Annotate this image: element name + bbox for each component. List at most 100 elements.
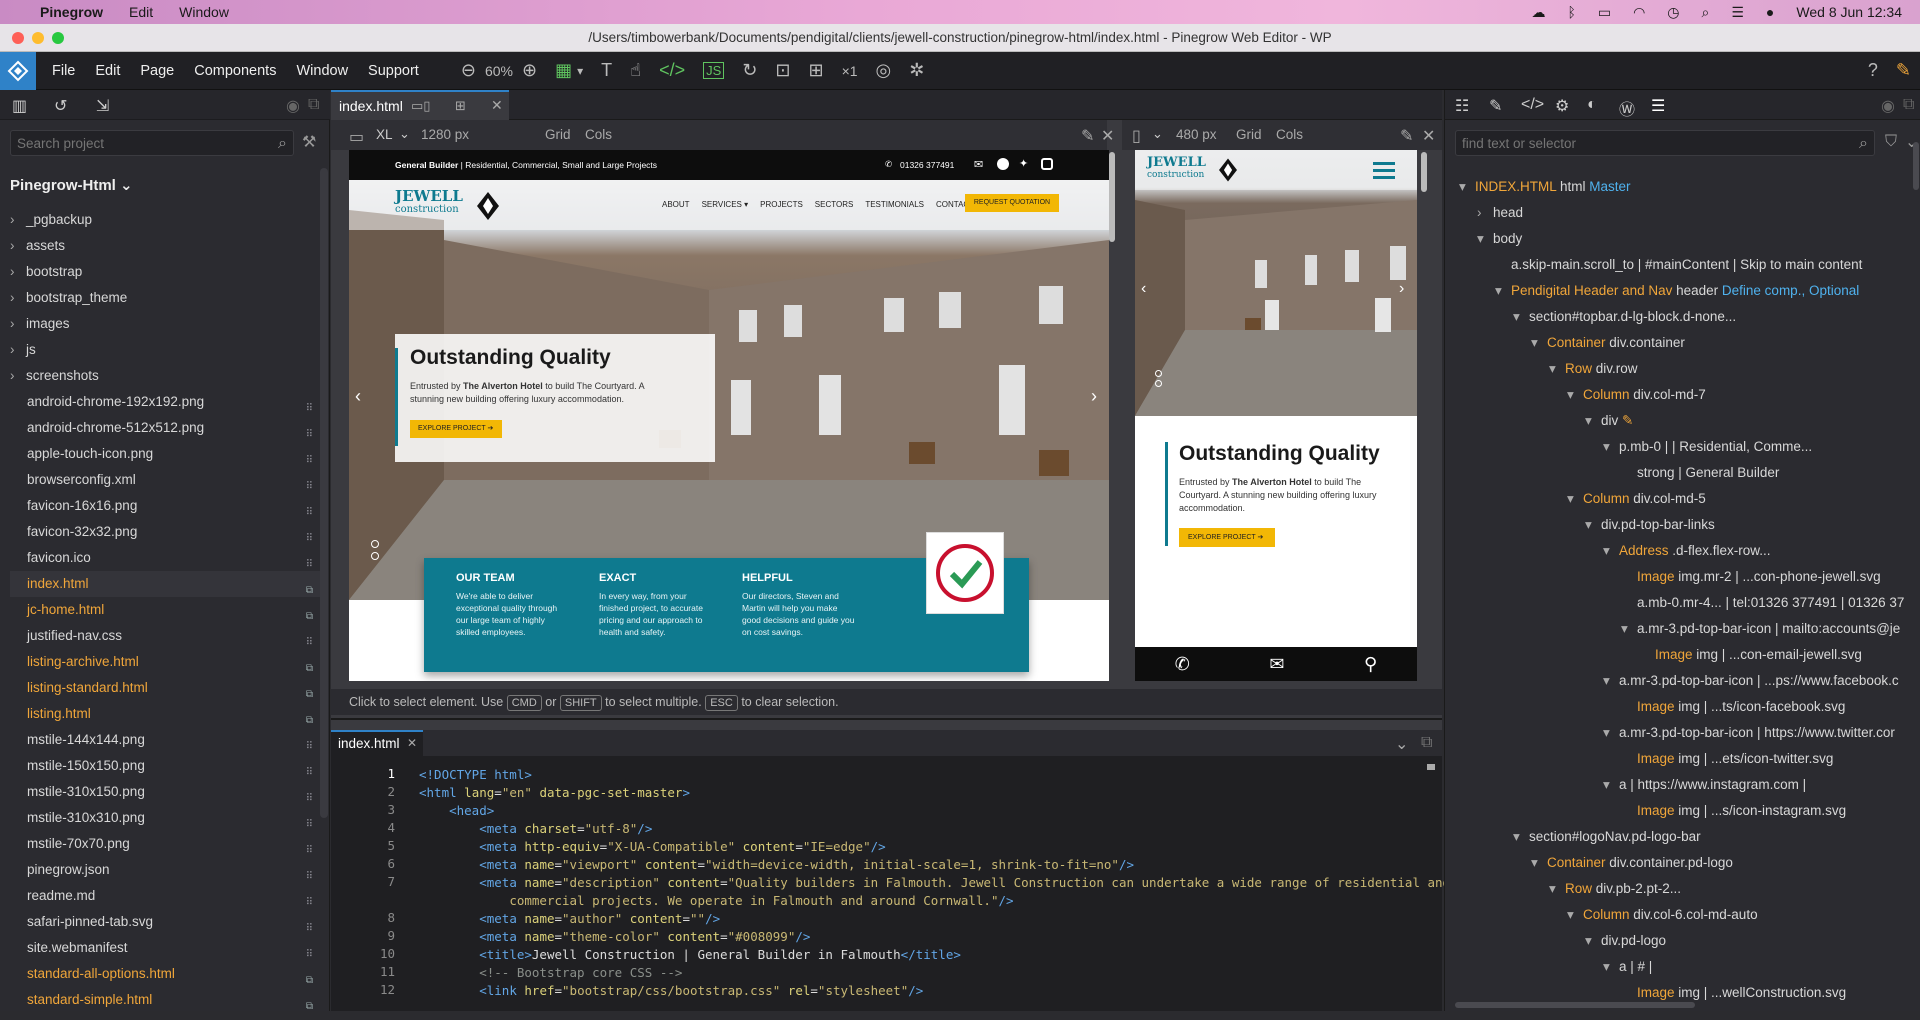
tree-icon[interactable]: ☰ [1651, 96, 1665, 116]
settings-wheel-icon[interactable]: ✲ [909, 60, 924, 81]
text-tool-icon[interactable]: T [601, 60, 612, 81]
spotlight-icon[interactable]: ⌕ [1702, 4, 1710, 21]
project-settings-icon[interactable]: ⚒ [302, 132, 316, 152]
tree-node[interactable]: Image img | ...s/icon-instagram.svg [1621, 798, 1846, 824]
nav-testimonials[interactable]: TESTIMONIALS [865, 200, 924, 209]
menu-window[interactable]: Window [179, 4, 229, 20]
file-item[interactable]: jc-home.html ⧉ [10, 597, 320, 623]
grid-toggle[interactable]: Grid [545, 127, 571, 142]
menu-support[interactable]: Support [368, 63, 419, 79]
detach-panel-icon[interactable]: ⧉ [308, 96, 319, 114]
code-view-icon[interactable]: </> [659, 60, 685, 81]
twitter-icon[interactable]: ✦ [1019, 157, 1028, 170]
code-line[interactable]: <meta name="viewport" content="width=dev… [419, 856, 1134, 874]
interact-hand-icon[interactable]: ☝ [630, 60, 641, 81]
visibility-icon[interactable]: ◉ [1881, 96, 1895, 116]
minimize-window-button[interactable] [32, 32, 44, 44]
export-icon[interactable]: ⇲ [96, 96, 109, 116]
tree-node[interactable]: ▾ Pendigital Header and Nav header Define… [1495, 278, 1859, 304]
xl-preview-scrollbar[interactable] [1109, 152, 1115, 242]
history-icon[interactable]: ↺ [54, 96, 67, 116]
folder-item[interactable]: › _pgbackup [10, 207, 320, 233]
email-icon[interactable]: ✉ [1269, 654, 1284, 675]
sm-next-icon[interactable]: › [1399, 280, 1404, 298]
file-item[interactable]: apple-touch-icon.png ⠿ [10, 441, 320, 467]
close-preview-icon[interactable]: ✕ [1422, 126, 1435, 146]
menu-edit-app[interactable]: Edit [95, 63, 120, 79]
grid-toggle[interactable]: Grid [1236, 127, 1262, 142]
tree-node[interactable]: Image img.mr-2 | ...con-phone-jewell.svg [1621, 564, 1881, 590]
email-icon[interactable]: ✉ [974, 158, 983, 171]
chevron-down-icon[interactable]: ⌄ [1152, 126, 1163, 142]
facebook-icon[interactable] [997, 158, 1009, 170]
tree-node[interactable]: ▾ Row div.pb-2.pt-2... [1549, 876, 1681, 902]
code-line[interactable]: commercial projects. We operate in Falmo… [419, 892, 1013, 910]
detach-panel-icon[interactable]: ⧉ [1903, 96, 1914, 114]
carousel-dot[interactable] [371, 552, 379, 560]
control-center-icon[interactable]: ☰ [1731, 4, 1744, 21]
tree-node[interactable]: Image img | ...ets/icon-twitter.svg [1621, 746, 1833, 772]
breakpoint-label[interactable]: XL [376, 127, 393, 142]
tree-node[interactable]: ▾ Column div.col-md-7 [1567, 382, 1706, 408]
siri-icon[interactable]: ● [1766, 4, 1774, 20]
folder-item[interactable]: › bootstrap_theme [10, 285, 320, 311]
tree-node[interactable]: ▾ body [1477, 226, 1522, 252]
file-item[interactable]: mstile-310x310.png ⠿ [10, 805, 320, 831]
chevron-down-icon[interactable]: ⌄ [399, 126, 410, 142]
map-pin-icon[interactable]: ⚲ [1364, 654, 1377, 675]
zoom-out-icon[interactable]: ⊖ [461, 60, 476, 81]
help-icon[interactable]: ? [1868, 60, 1878, 81]
site-logo[interactable]: JEWELL construction [395, 189, 463, 216]
menu-file[interactable]: File [52, 63, 75, 79]
tree-node[interactable]: a.skip-main.scroll_to | #mainContent | S… [1495, 252, 1862, 278]
refresh-icon[interactable]: ↻ [742, 60, 757, 81]
menu-edit[interactable]: Edit [129, 4, 153, 20]
style-brush-icon[interactable]: ✎ [1489, 96, 1502, 116]
zoom-in-icon[interactable]: ⊕ [522, 60, 537, 81]
duplicate-view-icon[interactable]: ⊞ [455, 98, 466, 114]
close-window-button[interactable] [12, 32, 24, 44]
nav-services[interactable]: SERVICES ▾ [702, 200, 749, 209]
tab-index-html[interactable]: index.html ▭▯ ⊞ ✕ [331, 90, 509, 120]
code-line[interactable]: <meta http-equiv="X-UA-Compatible" conte… [419, 838, 885, 856]
file-item[interactable]: android-chrome-192x192.png ⠿ [10, 389, 320, 415]
code-line[interactable]: <html lang="en" data-pgc-set-master> [419, 784, 690, 802]
colors-icon[interactable]: ◐ [1587, 96, 1597, 114]
sm-explore-project-button[interactable]: EXPLORE PROJECT ➔ [1179, 528, 1275, 547]
menu-page[interactable]: Page [140, 63, 174, 79]
tree-node[interactable]: ▾ div.pd-top-bar-links [1585, 512, 1715, 538]
tree-node[interactable]: › head [1477, 200, 1523, 226]
sm-prev-icon[interactable]: ‹ [1141, 280, 1146, 298]
file-item[interactable]: mstile-70x70.png ⠿ [10, 831, 320, 857]
tree-node[interactable]: ▾ a | # | [1603, 954, 1652, 980]
file-item[interactable]: listing-standard.html ⧉ [10, 675, 320, 701]
tree-node[interactable]: ▾ a.mr-3.pd-top-bar-icon | https://www.tw… [1603, 720, 1895, 746]
code-icon[interactable]: </> [1521, 96, 1544, 114]
tree-node[interactable]: ▾ Column div.col-6.col-md-auto [1567, 902, 1758, 928]
file-item[interactable]: standard-simple.html ⧉ [10, 987, 320, 1013]
hero-prev-icon[interactable]: ‹ [355, 386, 361, 407]
bluetooth-icon[interactable]: ᛒ [1567, 4, 1575, 20]
sm-width[interactable]: 480 px [1176, 127, 1217, 142]
phone-icon[interactable]: ✆ [885, 159, 892, 170]
request-quotation-button[interactable]: REQUEST QUOTATION [965, 194, 1059, 212]
tree-node[interactable]: ▾ Column div.col-md-5 [1567, 486, 1706, 512]
carousel-dot[interactable] [371, 540, 379, 548]
battery-icon[interactable]: ▭ [1598, 4, 1611, 21]
tree-node[interactable]: strong | General Builder [1621, 460, 1779, 486]
tree-node[interactable]: ▾ INDEX.HTML html Master [1459, 174, 1631, 200]
filter-icon[interactable]: ⛉ [1885, 133, 1897, 151]
code-line[interactable]: <link href="bootstrap/css/bootstrap.css"… [419, 982, 923, 1000]
file-item[interactable]: browserconfig.xml ⠿ [10, 467, 320, 493]
folder-item[interactable]: › js [10, 337, 320, 363]
file-item[interactable]: justified-nav.css ⠿ [10, 623, 320, 649]
code-line[interactable]: <!-- Bootstrap core CSS --> [419, 964, 682, 982]
explore-project-button[interactable]: EXPLORE PROJECT ➔ [410, 420, 502, 438]
code-scrollbar[interactable] [1427, 764, 1435, 770]
carousel-dot[interactable] [1155, 370, 1162, 377]
code-line[interactable]: <meta charset="utf-8"/> [419, 820, 652, 838]
code-line[interactable]: <meta name="theme-color" content="#00809… [419, 928, 810, 946]
preview-icon[interactable]: ⊡ [775, 60, 790, 81]
devices-icon[interactable]: ▭▯ [411, 98, 430, 114]
folder-item[interactable]: › bootstrap [10, 259, 320, 285]
